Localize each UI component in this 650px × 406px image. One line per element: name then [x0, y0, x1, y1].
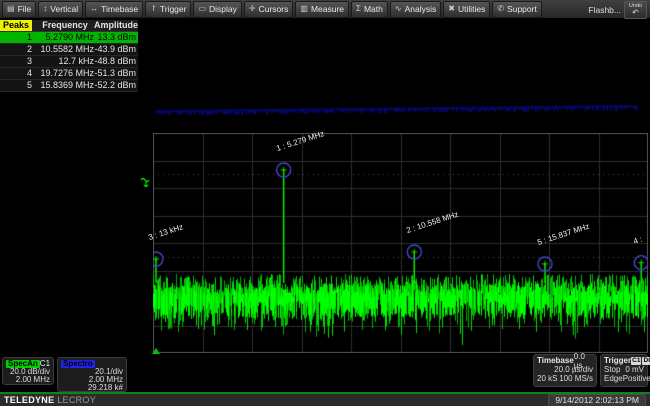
trace-level-marker-icon[interactable] — [140, 177, 152, 190]
frequency-header-cell: Frequency — [36, 20, 94, 31]
peak-frequency-cell: 5.2790 MHz — [32, 32, 94, 43]
menu-item-label: Cursors — [259, 4, 289, 14]
menu-item-icon: ↕ — [43, 5, 47, 13]
peaks-table: Peaks Frequency Amplitude 1 5.2790 MHz 1… — [0, 20, 138, 92]
menu-item-label: Vertical — [50, 4, 78, 14]
specan-span: 2.00 MHz — [6, 376, 50, 384]
menu-item-icon: ▤ — [7, 5, 15, 13]
peak-frequency-cell: 12.7 kHz — [32, 56, 94, 67]
timebase-samplerate: 100 MS/s — [559, 374, 593, 383]
menu-button[interactable]: ▥ Measure — [295, 1, 349, 18]
spectrogram-3d-plot[interactable] — [140, 26, 650, 130]
menu-item-icon: ✛ — [249, 5, 256, 13]
timebase-title: Timebase — [537, 356, 574, 365]
menu-item-label: Utilities — [458, 4, 485, 14]
peak-number-cell: 1 — [0, 32, 32, 43]
peak-amplitude-cell: -43.9 dBm — [94, 44, 138, 55]
trigger-slope: Positive — [623, 374, 650, 383]
menu-button[interactable]: ↕ Vertical — [38, 1, 83, 18]
menu-item-label: Math — [364, 4, 383, 14]
peak-amplitude-cell: -52.2 dBm — [94, 80, 138, 91]
menu-item-icon: ▥ — [300, 5, 308, 13]
amplitude-header-cell: Amplitude — [94, 20, 138, 31]
menu-bar: ▤ File ↕ Vertical ↔ Timebase ↾ Trigger ▭… — [0, 0, 650, 19]
timebase-status-box[interactable]: Timebase 0.0 µs 20.0 µs/div 20 kS 100 MS… — [533, 354, 597, 387]
brand-logo: TELEDYNE LECROY — [4, 395, 96, 405]
menu-item-label: Display — [209, 4, 237, 14]
spectro-descriptor-box[interactable]: Spectro 20.1/div 2.00 MHz 29.218 k# — [57, 357, 127, 392]
peak-amplitude-cell: -51.3 dBm — [94, 68, 138, 79]
peaks-header-label: Peaks — [0, 20, 32, 31]
menu-button[interactable]: Σ Math — [351, 1, 388, 18]
menu-button[interactable]: ↔ Timebase — [85, 1, 143, 18]
peak-frequency-cell: 10.5582 MHz — [32, 44, 94, 55]
peak-number-cell: 4 — [0, 68, 32, 79]
menu-item-label: Support — [507, 4, 537, 14]
timebase-scale: 20.0 µs/div — [554, 365, 593, 374]
menu-item-label: Analysis — [405, 4, 437, 14]
peaks-table-body: 1 5.2790 MHz 13.3 dBm 2 10.5582 MHz -43.… — [0, 32, 138, 92]
menu-button[interactable]: ∿ Analysis — [390, 1, 441, 18]
timebase-samples: 20 kS — [537, 374, 557, 383]
peaks-header-cell: Peaks — [0, 20, 36, 31]
footer-bar: TELEDYNE LECROY 9/14/2012 2:02:13 PM — [0, 392, 650, 406]
oscilloscope-screen: ▤ File ↕ Vertical ↔ Timebase ↾ Trigger ▭… — [0, 0, 650, 406]
peak-amplitude-cell: -48.8 dBm — [94, 56, 138, 67]
menu-button[interactable]: ✛ Cursors — [244, 1, 293, 18]
menu-item-label: Trigger — [160, 4, 187, 14]
trigger-source-badge: C1 — [631, 357, 641, 365]
brand-strong: TELEDYNE — [4, 395, 54, 405]
menu-button[interactable]: ▭ Display — [193, 1, 241, 18]
trace-baseline-marker-icon — [152, 348, 160, 354]
menu-button[interactable]: ✆ Support — [492, 1, 541, 18]
peak-table-row[interactable]: 5 15.8369 MHz -52.2 dBm — [0, 80, 138, 92]
spectro-tag: Spectro — [61, 360, 95, 368]
menu-item-icon: ✆ — [497, 5, 504, 13]
trigger-title: Trigger — [604, 356, 631, 365]
menu-item-icon: ✖ — [448, 5, 455, 13]
spectro-samples: 29.218 k# — [61, 384, 123, 392]
brand-light: LECROY — [57, 395, 96, 405]
trigger-level: 0 mV — [625, 365, 644, 374]
menu-item-icon: Σ — [356, 5, 361, 13]
peak-table-row[interactable]: 2 10.5582 MHz -43.9 dBm — [0, 44, 138, 56]
trigger-status-box[interactable]: Trigger C1 DC Stop 0 mV Edge Positive — [600, 354, 648, 387]
menu-item-label: Timebase — [101, 4, 138, 14]
peak-frequency-cell: 19.7276 MHz — [32, 68, 94, 79]
peak-number-cell: 3 — [0, 56, 32, 67]
menu-item-icon: ↔ — [90, 5, 98, 13]
peak-table-row[interactable]: 4 19.7276 MHz -51.3 dBm — [0, 68, 138, 80]
menu-item-label: File — [18, 4, 32, 14]
clock-timestamp: 9/14/2012 2:02:13 PM — [548, 394, 646, 406]
trigger-type: Edge — [604, 374, 623, 383]
menu-button[interactable]: ↾ Trigger — [145, 1, 191, 18]
peak-number-cell: 2 — [0, 44, 32, 55]
specan-descriptor-box[interactable]: SpecAn C1 20.0 dB/div 2.00 MHz — [2, 357, 54, 385]
peak-frequency-cell: 15.8369 MHz — [32, 80, 94, 91]
spectrum-plot[interactable] — [153, 133, 648, 353]
menu-item-icon: ▭ — [198, 5, 206, 13]
peak-amplitude-cell: 13.3 dBm — [94, 32, 138, 43]
menu-button[interactable]: ✖ Utilities — [443, 1, 490, 18]
peak-number-cell: 5 — [0, 80, 32, 91]
trigger-coupling-badge: DC — [642, 357, 650, 365]
peak-table-row[interactable]: 1 5.2790 MHz 13.3 dBm — [0, 32, 138, 44]
menu-item-label: Measure — [311, 4, 344, 14]
peak-table-row[interactable]: 3 12.7 kHz -48.8 dBm — [0, 56, 138, 68]
menu-item-icon: ↾ — [150, 5, 157, 13]
menu-button[interactable]: ▤ File — [2, 1, 36, 18]
peaks-table-header: Peaks Frequency Amplitude — [0, 20, 138, 32]
menu-item-icon: ∿ — [395, 5, 402, 13]
trigger-mode: Stop — [604, 365, 620, 374]
